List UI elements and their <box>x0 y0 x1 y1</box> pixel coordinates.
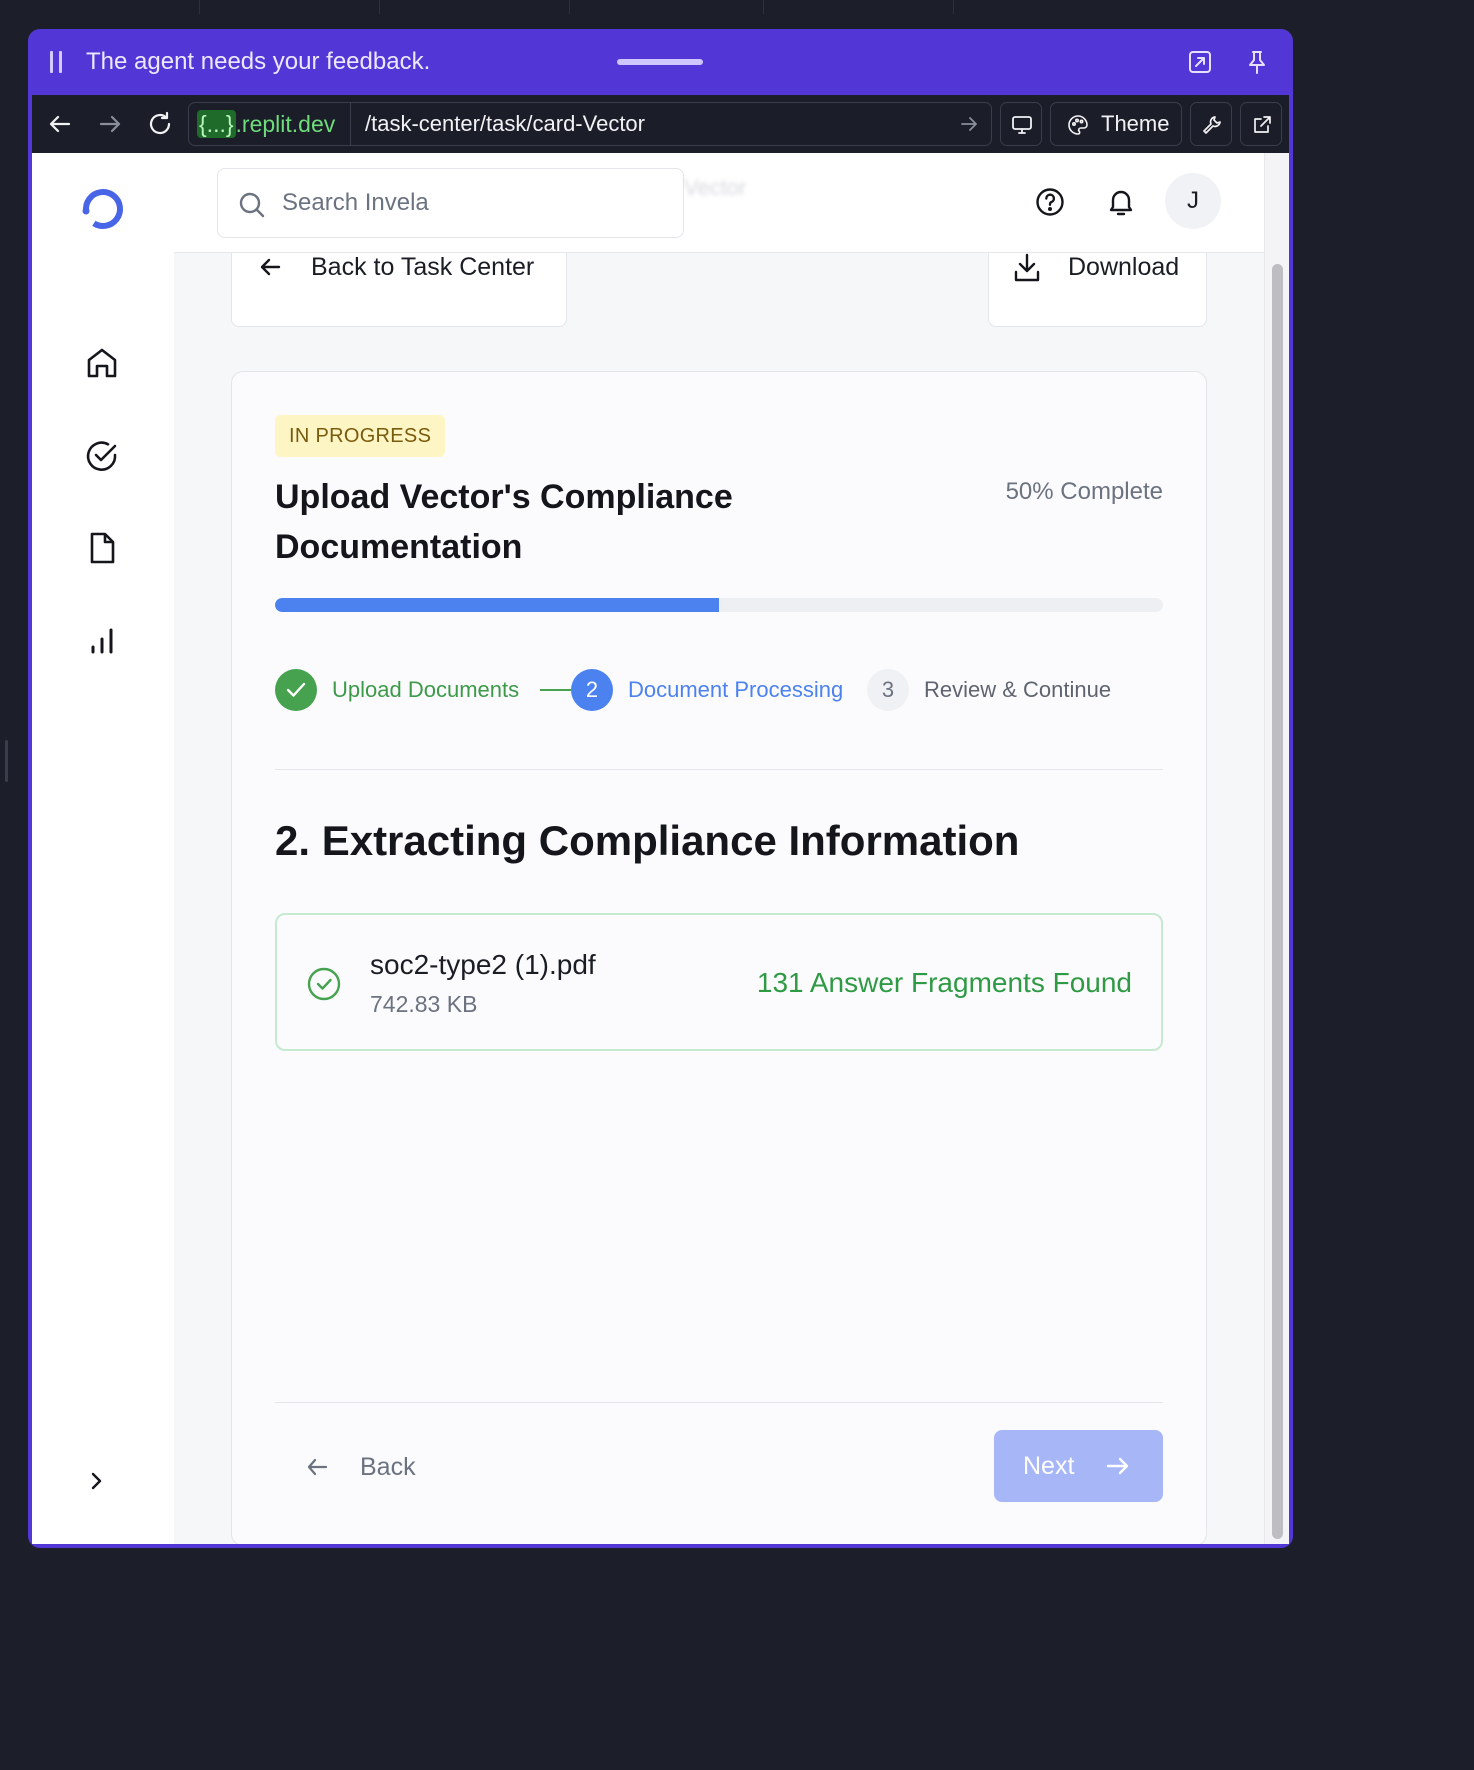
bar-chart-icon[interactable] <box>84 622 120 658</box>
next-button[interactable]: Next <box>994 1430 1163 1502</box>
host-tab[interactable] <box>199 0 379 14</box>
step-1-label[interactable]: Upload Documents <box>332 669 519 711</box>
download-button[interactable]: Download <box>988 253 1207 327</box>
back-label: Back <box>360 1453 416 1481</box>
back-arrow-icon[interactable] <box>46 110 74 138</box>
step-3-label[interactable]: Review & Continue <box>924 669 1111 711</box>
step-2-circle[interactable]: 2 <box>571 669 613 711</box>
arrow-left-icon <box>260 258 281 276</box>
panel-resize-handle[interactable] <box>5 740 8 782</box>
home-icon[interactable] <box>84 345 120 381</box>
back-to-task-center-label: Back to Task Center <box>311 253 535 281</box>
divider <box>275 769 1163 770</box>
theme-button[interactable]: Theme <box>1050 102 1182 146</box>
device-preview-button[interactable] <box>1000 102 1042 146</box>
monitor-icon <box>1012 116 1032 134</box>
check-circle-icon[interactable] <box>84 438 120 474</box>
help-circle-icon[interactable] <box>1034 186 1066 218</box>
search-icon <box>239 192 265 218</box>
top-header: Vector J <box>174 153 1264 253</box>
url-path[interactable]: /task-center/task/card-Vector <box>365 103 645 145</box>
progress-bar-fill <box>275 598 719 612</box>
step-connector <box>540 689 571 691</box>
search-field[interactable] <box>217 168 684 238</box>
theme-label: Theme <box>1101 111 1170 136</box>
arrow-left-icon <box>307 1458 328 1476</box>
step-3-circle[interactable]: 3 <box>867 669 909 711</box>
checkmark-icon <box>286 682 306 697</box>
pause-icon[interactable] <box>50 51 64 73</box>
go-arrow-icon[interactable] <box>959 114 979 134</box>
section-title: 2. Extracting Compliance Information <box>275 817 1020 864</box>
arrow-right-icon <box>1106 1457 1129 1475</box>
blurred-text: Vector <box>684 175 747 200</box>
host-window-tabs <box>0 0 1306 14</box>
app-viewport: Vector J Back to Task Center Download IN… <box>32 153 1289 1544</box>
devtools-button[interactable] <box>1190 102 1232 146</box>
stepper: Upload Documents 2 Document Processing 3… <box>275 669 1163 713</box>
reload-icon[interactable] <box>146 110 174 138</box>
next-label: Next <box>1023 1452 1075 1480</box>
step-2-label[interactable]: Document Processing <box>628 669 843 711</box>
feedback-message: The agent needs your feedback. <box>86 48 431 75</box>
open-new-tab-button[interactable] <box>1240 102 1282 146</box>
search-input[interactable] <box>282 183 662 223</box>
host-tab[interactable] <box>569 0 763 14</box>
palette-icon <box>1068 115 1088 135</box>
completion-percent: 50% Complete <box>1005 478 1163 505</box>
task-title: Upload Vector's Compliance Documentation <box>275 478 733 566</box>
sidebar <box>32 153 174 1544</box>
forward-arrow-icon[interactable] <box>96 110 124 138</box>
feedback-bar: The agent needs your feedback. <box>28 29 1293 95</box>
file-name: soc2-type2 (1).pdf <box>370 949 596 980</box>
wrench-icon <box>1203 116 1221 134</box>
step-1-circle[interactable] <box>275 669 317 711</box>
file-size: 742.83 KB <box>370 991 478 1017</box>
back-to-task-center-button[interactable]: Back to Task Center <box>231 253 567 327</box>
avatar[interactable]: J <box>1165 173 1221 229</box>
logo-icon[interactable] <box>80 186 126 232</box>
check-circle-icon <box>307 967 341 1001</box>
url-domain: {...}.replit.dev <box>189 103 351 145</box>
bell-icon[interactable] <box>1105 186 1137 218</box>
host-tab[interactable] <box>953 0 1153 14</box>
scrollbar-thumb[interactable] <box>1272 264 1283 1539</box>
file-row: soc2-type2 (1).pdf 742.83 KB 131 Answer … <box>275 913 1163 1051</box>
chevron-right-icon[interactable] <box>84 1469 108 1493</box>
url-bar[interactable]: {...}.replit.dev /task-center/task/card-… <box>188 102 992 146</box>
host-tab[interactable] <box>379 0 569 14</box>
fragments-found: 131 Answer Fragments Found <box>756 967 1132 998</box>
download-icon <box>1014 253 1040 282</box>
agent-preview-frame: The agent needs your feedback. {...}.rep… <box>28 29 1293 1548</box>
pin-icon[interactable] <box>1244 49 1270 75</box>
back-button[interactable]: Back <box>275 1430 435 1504</box>
divider <box>275 1402 1163 1403</box>
file-icon[interactable] <box>84 530 120 566</box>
drag-handle[interactable] <box>617 59 703 65</box>
status-badge: IN PROGRESS <box>275 415 446 457</box>
scrollbar[interactable] <box>1264 153 1289 1544</box>
browser-toolbar: {...}.replit.dev /task-center/task/card-… <box>32 95 1289 153</box>
download-label: Download <box>1068 253 1180 281</box>
host-tab[interactable] <box>763 0 953 14</box>
progress-bar <box>275 598 1163 612</box>
external-link-icon <box>1254 116 1271 133</box>
expand-icon[interactable] <box>1187 49 1213 75</box>
task-card: IN PROGRESS Upload Vector's Compliance D… <box>231 371 1207 1544</box>
